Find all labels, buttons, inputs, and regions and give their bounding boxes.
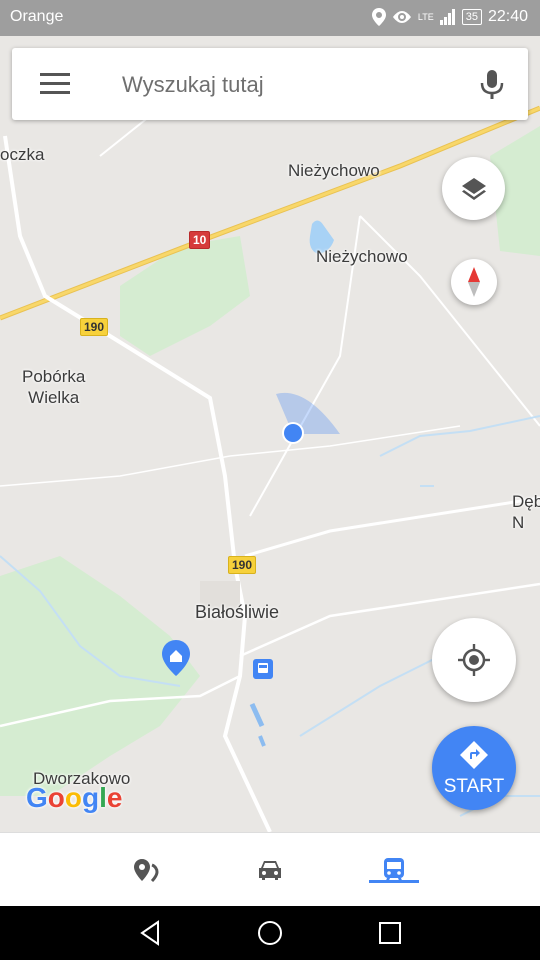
road (244, 496, 540, 558)
map-canvas[interactable]: oczka Nieżychowo Nieżychowo Pobórka Wiel… (0, 36, 540, 832)
road (0, 425, 461, 487)
active-tab-indicator (369, 880, 419, 883)
clock: 22:40 (487, 8, 528, 25)
compass-icon (468, 267, 480, 297)
start-navigation-button[interactable]: START (432, 726, 516, 810)
carrier-name: Orange (10, 8, 64, 25)
place-label[interactable]: Nieżychowo (316, 246, 408, 267)
battery-icon: 35 (461, 9, 482, 25)
location-icon (371, 8, 386, 26)
my-location-icon (458, 644, 490, 676)
map-graphics (0, 95, 540, 832)
tab-explore[interactable] (101, 833, 191, 907)
route-shield: 190 (228, 556, 257, 574)
tab-driving[interactable] (225, 833, 315, 907)
search-input[interactable] (120, 71, 444, 99)
status-icons: LTE 35 22:40 (371, 8, 528, 26)
route-shield: 190 (80, 318, 109, 336)
place-label[interactable]: Dęb N (512, 491, 540, 533)
explore-places-icon (134, 859, 159, 883)
bottom-navigation (0, 832, 540, 907)
search-bar[interactable] (12, 48, 528, 120)
stream (299, 655, 441, 737)
recents-icon[interactable] (375, 918, 405, 948)
forest-area (0, 556, 200, 796)
system-navigation-bar (0, 906, 540, 960)
eye-icon (392, 11, 411, 23)
microphone-icon[interactable] (478, 68, 506, 102)
place-label[interactable]: oczka (0, 144, 44, 165)
driving-car-icon (259, 861, 281, 880)
stream (379, 415, 540, 457)
place-label[interactable]: Nieżychowo (288, 160, 380, 181)
layers-button[interactable] (442, 157, 505, 220)
layers-icon (461, 177, 486, 200)
hamburger-menu-icon[interactable] (40, 73, 70, 95)
place-label[interactable]: Białośliwie (195, 602, 279, 623)
rail-line (258, 735, 266, 747)
place-label[interactable]: Pobórka Wielka (22, 366, 85, 408)
route-shield: 10 (189, 231, 211, 249)
my-location-button[interactable] (432, 618, 516, 702)
compass-button[interactable] (451, 259, 497, 305)
back-icon[interactable] (136, 918, 166, 948)
start-label: START (443, 776, 505, 797)
status-bar: Orange LTE 35 22:40 (0, 0, 540, 36)
tab-transit[interactable] (349, 833, 439, 907)
google-logo: Google (26, 782, 123, 813)
network-type: LTE (417, 12, 434, 22)
signal-icon (439, 9, 455, 25)
forest-area (120, 236, 250, 356)
rail-line (249, 702, 265, 728)
directions-icon (460, 741, 488, 769)
home-icon[interactable] (255, 918, 285, 948)
